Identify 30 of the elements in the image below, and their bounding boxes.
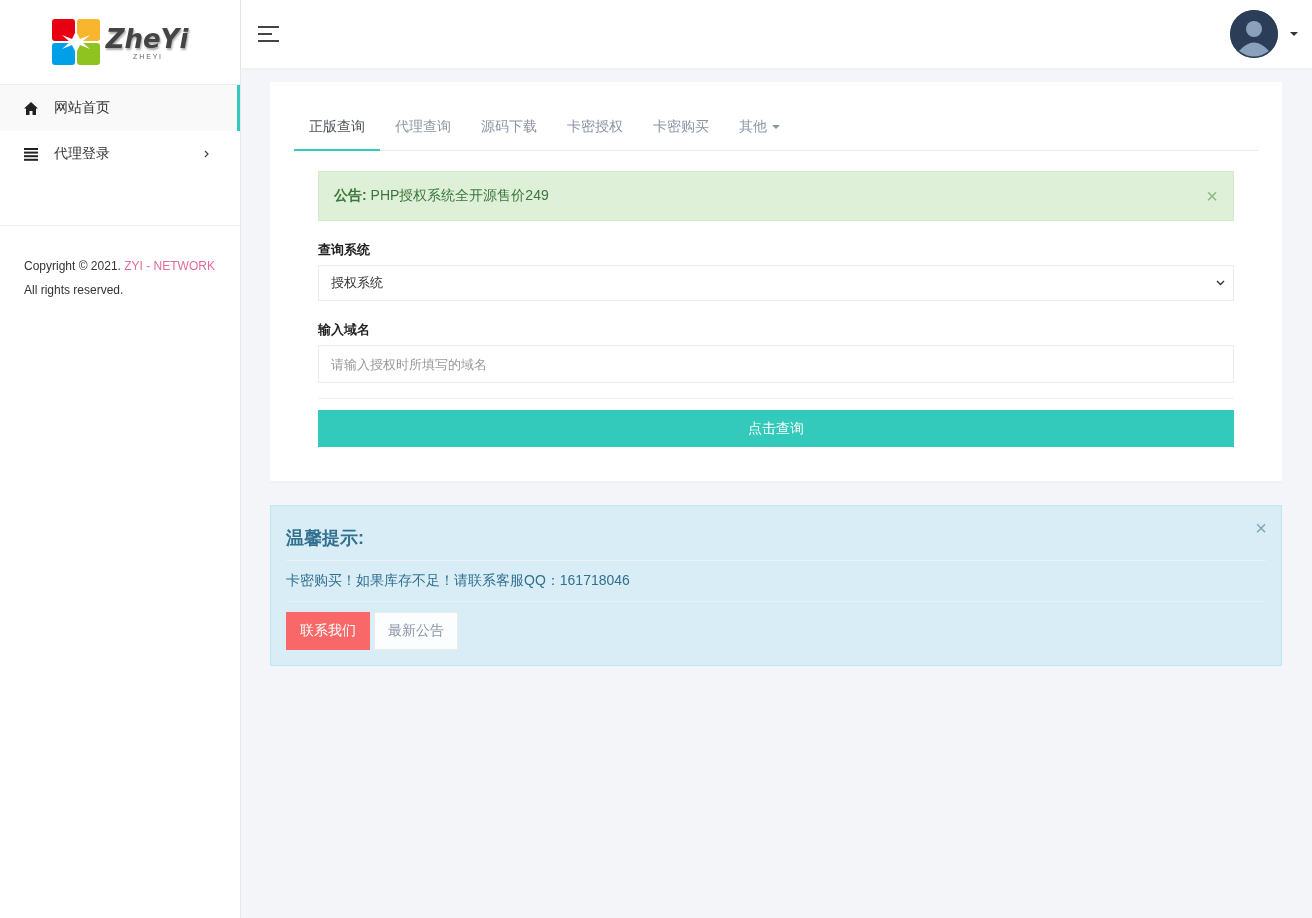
domain-input[interactable]: 请输入授权时所填写的域名: [318, 345, 1234, 383]
logo-icon: [51, 19, 100, 65]
tab[interactable]: 源码下载: [466, 106, 552, 151]
nav-item[interactable]: 网站首页: [0, 85, 240, 131]
copyright-text: Copyright © 2021. ZYI - NETWORK All rights reserved.: [23, 258, 216, 299]
logo-text: ZheYi: [105, 24, 189, 53]
tab[interactable]: 正版查询: [294, 106, 380, 151]
field-label: 查询系统: [318, 241, 371, 259]
nav-item[interactable]: 代理登录: [0, 131, 240, 177]
caret-icon[interactable]: [1290, 32, 1298, 36]
tab[interactable]: 代理查询: [380, 106, 466, 151]
query-button[interactable]: 点击查询: [318, 410, 1234, 447]
tips-title: 温馨提示:: [286, 527, 364, 550]
chevron-down-icon: [1216, 280, 1225, 286]
list-icon: [24, 147, 38, 161]
network-link[interactable]: ZYI - NETWORK: [124, 259, 215, 273]
notice-text: 公告: PHP授权系统全开源售价249: [334, 187, 549, 205]
tips-text: 卡密购买！如果库存不足！请联系客服QQ：161718046: [286, 560, 1266, 602]
field-label: 输入域名: [318, 321, 371, 339]
close-button[interactable]: ×: [1255, 518, 1267, 538]
home-icon: [24, 101, 38, 115]
tab[interactable]: 卡密购买: [638, 106, 724, 151]
close-button[interactable]: ×: [1206, 189, 1218, 203]
contact-button[interactable]: 联系我们: [286, 612, 370, 650]
announcement-button[interactable]: 最新公告: [374, 612, 458, 650]
tab[interactable]: 卡密授权: [552, 106, 638, 151]
menu-icon[interactable]: [258, 26, 279, 42]
tab[interactable]: 其他: [724, 106, 795, 151]
system-select[interactable]: 授权系统: [318, 265, 1234, 301]
avatar[interactable]: [1230, 10, 1278, 58]
